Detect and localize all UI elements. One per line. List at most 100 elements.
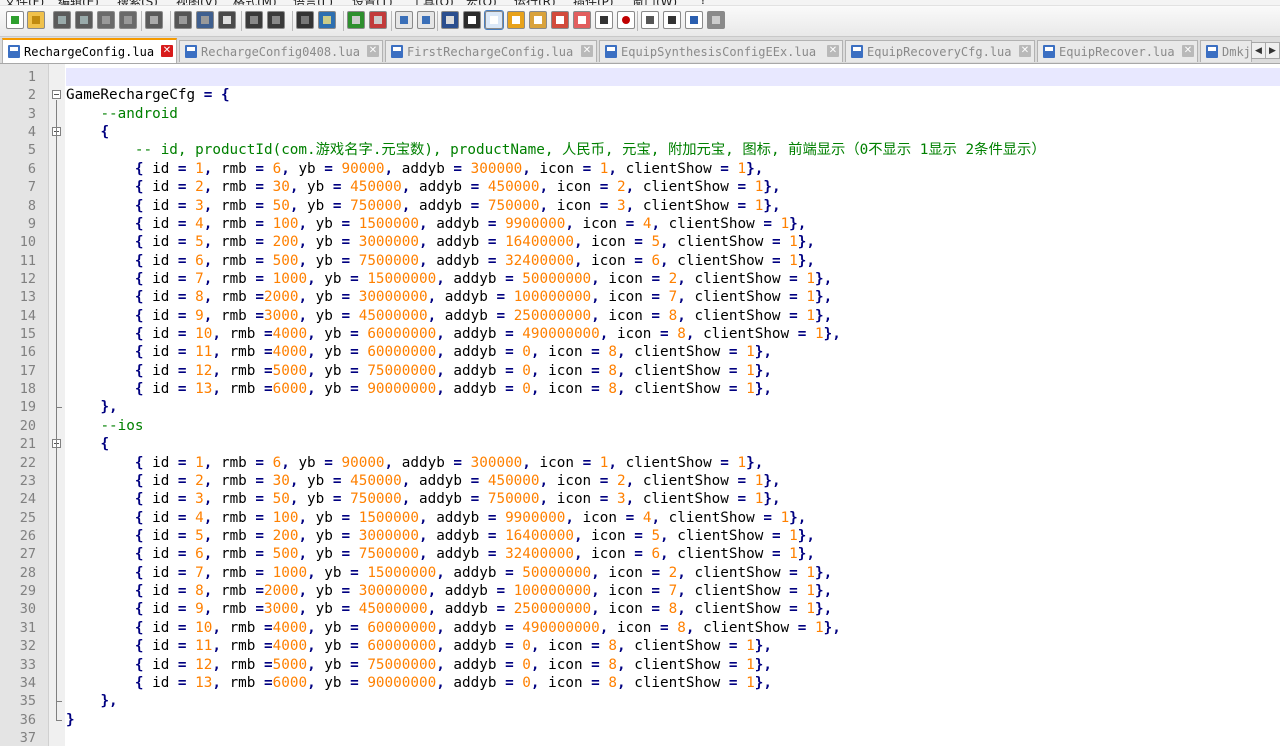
zoom-in-icon[interactable]	[347, 11, 365, 29]
redo-icon[interactable]	[267, 11, 285, 29]
record-macro-glyph	[622, 16, 630, 24]
toolbar-separator	[141, 11, 142, 31]
new-file-icon[interactable]	[6, 11, 24, 29]
code-text: {	[100, 436, 110, 453]
line-number: 30	[19, 601, 36, 618]
code-text: { id = 12, rmb =5000, yb = 75000000, add…	[134, 656, 772, 673]
code-line: 4 {	[0, 123, 1280, 141]
code-text: { id = 13, rmb =6000, yb = 90000000, add…	[134, 381, 772, 398]
tab-label: EquipRecoveryCfg.lua	[867, 45, 1012, 59]
line-number: 8	[27, 197, 36, 214]
save-macro-glyph	[712, 16, 720, 24]
tab-close-icon[interactable]: ✕	[1182, 45, 1194, 57]
document-map-icon[interactable]	[507, 11, 525, 29]
tab-5[interactable]: EquipRecover.lua ✕	[1037, 40, 1198, 62]
code-editor[interactable]: 1 2 GameRechargeCfg = {3 --android 4 {5 -- …	[0, 64, 1280, 746]
line-number: 35	[19, 693, 36, 710]
tab-close-icon[interactable]: ✕	[1019, 45, 1031, 57]
folder-workspace-glyph	[556, 16, 564, 24]
code-line: 20 --ios	[0, 417, 1280, 435]
undo-icon[interactable]	[245, 11, 263, 29]
replace-icon[interactable]	[318, 11, 336, 29]
code-line: 1	[0, 68, 1280, 86]
code-text: { id = 3, rmb = 50, yb = 750000, addyb =…	[134, 197, 781, 214]
tab-close-icon[interactable]: ✕	[161, 45, 173, 57]
toolbar-separator	[437, 11, 438, 31]
open-file-icon[interactable]	[27, 11, 45, 29]
line-number: 31	[19, 619, 36, 636]
play-macro-icon[interactable]	[663, 11, 681, 29]
record-macro-icon[interactable]	[617, 11, 635, 29]
new-file-glyph	[11, 16, 19, 24]
sync-vertical-icon[interactable]	[395, 11, 413, 29]
user-define-language-icon[interactable]	[573, 11, 591, 29]
folder-workspace-icon[interactable]	[551, 11, 569, 29]
code-text: {	[100, 124, 110, 141]
tab-2[interactable]: FirstRechargeConfig.lua ✕	[385, 40, 597, 62]
monitor-icon[interactable]	[595, 11, 613, 29]
line-number: 29	[19, 583, 36, 600]
tab-label: RechargeConfig.lua	[24, 45, 155, 59]
line-number: 34	[19, 674, 36, 691]
sync-horizontal-glyph	[422, 16, 430, 24]
line-number: 15	[19, 326, 36, 343]
word-wrap-icon[interactable]	[441, 11, 459, 29]
stop-record-icon[interactable]	[641, 11, 659, 29]
code-line: 16 { id = 11, rmb =4000, yb = 60000000, …	[0, 343, 1280, 361]
tab-0[interactable]: RechargeConfig.lua ✕	[2, 38, 177, 63]
tab-scroll-left-button[interactable]: ◀	[1251, 42, 1266, 59]
tab-scroll-right-button[interactable]: ▶	[1265, 42, 1280, 59]
tab-close-icon[interactable]: ✕	[367, 45, 379, 57]
file-saved-icon	[8, 45, 20, 58]
code-text: { id = 12, rmb =5000, yb = 75000000, add…	[134, 362, 772, 379]
indent-guide-icon[interactable]	[484, 10, 504, 30]
cut-icon[interactable]	[174, 11, 192, 29]
replace-glyph	[323, 16, 331, 24]
close-all-icon[interactable]	[119, 11, 137, 29]
tab-4[interactable]: EquipRecoveryCfg.lua ✕	[845, 40, 1035, 62]
run-macro-multiple-icon[interactable]	[685, 11, 703, 29]
find-icon[interactable]	[296, 11, 314, 29]
tab-close-icon[interactable]: ✕	[581, 45, 593, 57]
code-text: { id = 13, rmb =6000, yb = 90000000, add…	[134, 674, 772, 691]
print-glyph	[150, 16, 158, 24]
show-all-chars-icon[interactable]	[463, 11, 481, 29]
fold-end-mark	[56, 407, 62, 409]
toolbar-separator	[343, 11, 344, 31]
cut-glyph	[179, 16, 187, 24]
find-glyph	[301, 16, 309, 24]
code-line: 12 { id = 7, rmb = 1000, yb = 15000000, …	[0, 270, 1280, 288]
line-number: 16	[19, 344, 36, 361]
line-number: 11	[19, 252, 36, 269]
play-macro-glyph	[668, 16, 676, 24]
save-icon[interactable]	[53, 11, 71, 29]
file-saved-icon	[185, 45, 197, 58]
function-list-icon[interactable]	[529, 11, 547, 29]
print-icon[interactable]	[145, 11, 163, 29]
line-number: 32	[19, 638, 36, 655]
line-number: 37	[19, 729, 36, 746]
line-number: 5	[27, 142, 36, 159]
code-text: GameRechargeCfg = {	[66, 87, 230, 104]
fold-collapse-icon[interactable]	[52, 90, 61, 100]
tab-close-icon[interactable]: ✕	[827, 45, 839, 57]
fold-end-mark	[56, 701, 62, 703]
paste-icon[interactable]	[218, 11, 236, 29]
toolbar	[0, 6, 1280, 37]
tab-3[interactable]: EquipSynthesisConfigEEx.lua ✕	[599, 40, 843, 62]
code-line: 6 { id = 1, rmb = 6, yb = 90000, addyb =…	[0, 160, 1280, 178]
save-macro-icon[interactable]	[707, 11, 725, 29]
code-line: 27 { id = 6, rmb = 500, yb = 7500000, ad…	[0, 545, 1280, 563]
save-all-icon[interactable]	[75, 11, 93, 29]
close-icon[interactable]	[97, 11, 115, 29]
copy-icon[interactable]	[196, 11, 214, 29]
zoom-out-icon[interactable]	[369, 11, 387, 29]
toolbar-separator	[241, 11, 242, 31]
line-number: 18	[19, 381, 36, 398]
tab-label: RechargeConfig0408.lua	[201, 45, 360, 59]
tab-1[interactable]: RechargeConfig0408.lua ✕	[179, 40, 383, 62]
sync-horizontal-icon[interactable]	[417, 11, 435, 29]
tab-6[interactable]: Dmkj	[1200, 40, 1252, 62]
code-line: 14 { id = 9, rmb =3000, yb = 45000000, a…	[0, 307, 1280, 325]
line-number: 7	[27, 179, 36, 196]
